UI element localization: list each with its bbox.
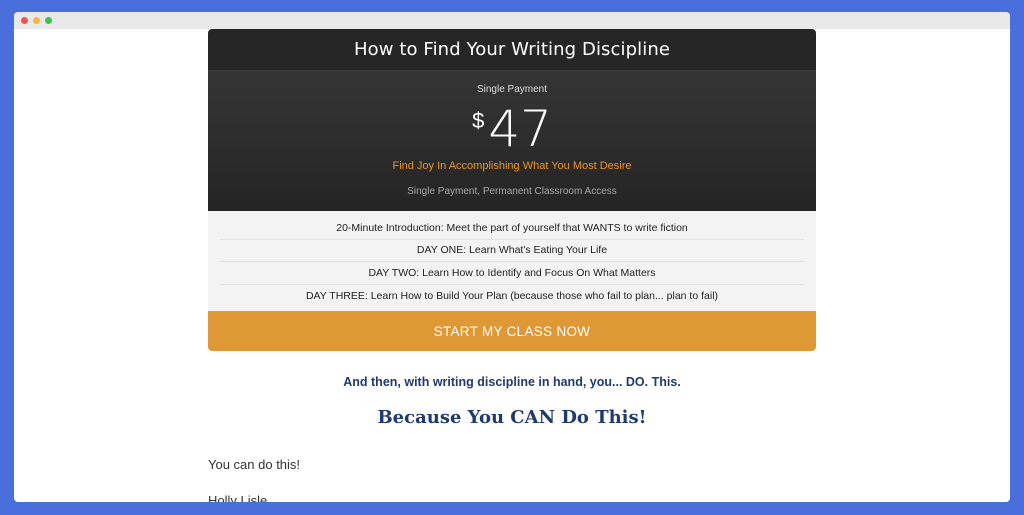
browser-window: How to Find Your Writing Discipline Sing… bbox=[14, 12, 1010, 502]
feature-item: DAY TWO: Learn How to Identify and Focus… bbox=[220, 262, 804, 285]
minimize-window-icon[interactable] bbox=[33, 17, 40, 24]
price-label: Single Payment bbox=[476, 84, 548, 95]
price: $ 47 bbox=[208, 101, 816, 157]
pricing-tagline: Find Joy In Accomplishing What You Most … bbox=[392, 160, 632, 172]
lead-text: And then, with writing discipline in han… bbox=[343, 375, 681, 389]
access-note: Single Payment, Permanent Classroom Acce… bbox=[407, 186, 617, 197]
pricing-card: How to Find Your Writing Discipline Sing… bbox=[208, 29, 816, 351]
close-window-icon[interactable] bbox=[21, 17, 28, 24]
body-paragraph: You can do this! bbox=[208, 457, 301, 472]
feature-list: 20-Minute Introduction: Meet the part of… bbox=[208, 211, 816, 311]
page-content: How to Find Your Writing Discipline Sing… bbox=[14, 29, 1010, 502]
maximize-window-icon[interactable] bbox=[45, 17, 52, 24]
start-class-button[interactable]: START MY CLASS NOW bbox=[208, 311, 816, 351]
author-name: Holly Lisle bbox=[208, 493, 268, 502]
pricing-card-title: How to Find Your Writing Discipline bbox=[208, 29, 816, 70]
window-titlebar bbox=[14, 12, 1010, 29]
pricing-panel: Single Payment $ 47 Find Joy In Accompli… bbox=[208, 70, 816, 211]
feature-item: DAY THREE: Learn How to Build Your Plan … bbox=[305, 289, 719, 302]
feature-item: 20-Minute Introduction: Meet the part of… bbox=[220, 217, 804, 240]
feature-item: DAY ONE: Learn What's Eating Your Life bbox=[220, 240, 804, 262]
price-amount: 47 bbox=[488, 100, 552, 158]
currency-symbol: $ bbox=[472, 108, 485, 133]
section-heading: Because You CAN Do This! bbox=[377, 407, 647, 428]
